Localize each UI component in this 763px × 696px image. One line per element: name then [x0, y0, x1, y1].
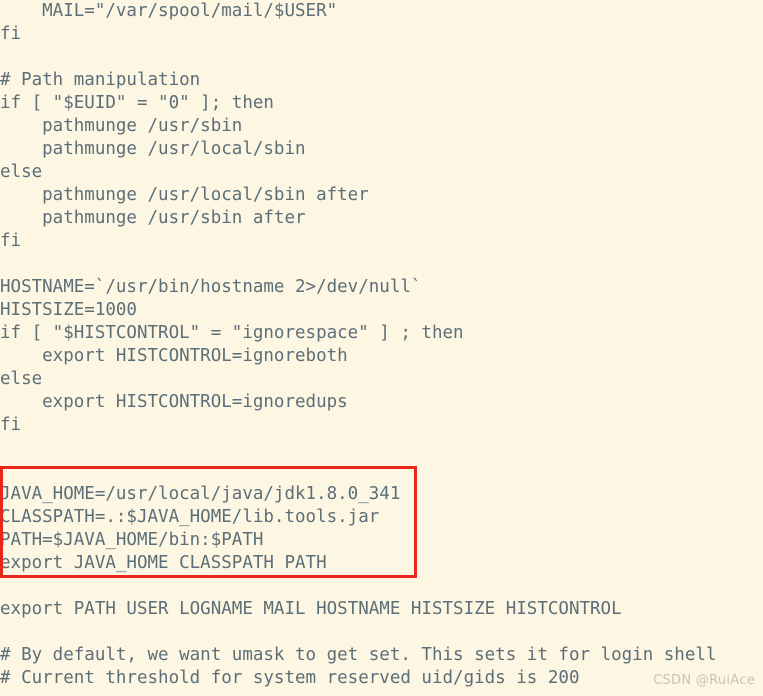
code-line[interactable]: # Current threshold for system reserved …	[0, 667, 763, 690]
code-line[interactable]: fi	[0, 23, 763, 46]
code-line[interactable]: fi	[0, 230, 763, 253]
code-line[interactable]: else	[0, 368, 763, 391]
shell-script-code-block: MAIL="/var/spool/mail/$USER" fi # Path man…	[0, 0, 763, 690]
code-line[interactable]: pathmunge /usr/local/sbin after	[0, 184, 763, 207]
code-line[interactable]: export HISTCONTROL=ignoreboth	[0, 345, 763, 368]
code-line[interactable]: MAIL="/var/spool/mail/$USER"	[0, 0, 763, 23]
code-line-blank[interactable]	[0, 46, 763, 69]
code-line[interactable]: HOSTNAME=`/usr/bin/hostname 2>/dev/null`	[0, 276, 763, 299]
code-line[interactable]: if [ "$EUID" = "0" ]; then	[0, 92, 763, 115]
code-line[interactable]: CLASSPATH=.:$JAVA_HOME/lib.tools.jar	[0, 506, 763, 529]
code-line-blank[interactable]	[0, 253, 763, 276]
code-line-blank[interactable]	[0, 460, 763, 483]
code-line[interactable]: if [ "$HISTCONTROL" = "ignorespace" ] ; …	[0, 322, 763, 345]
code-line-blank[interactable]	[0, 621, 763, 644]
csdn-watermark: CSDN @RuiAce	[653, 673, 755, 688]
code-line[interactable]: else	[0, 161, 763, 184]
code-line-blank[interactable]	[0, 437, 763, 460]
code-line[interactable]: HISTSIZE=1000	[0, 299, 763, 322]
code-line[interactable]: pathmunge /usr/local/sbin	[0, 138, 763, 161]
code-line[interactable]: pathmunge /usr/sbin after	[0, 207, 763, 230]
code-line[interactable]: export HISTCONTROL=ignoredups	[0, 391, 763, 414]
code-line[interactable]: PATH=$JAVA_HOME/bin:$PATH	[0, 529, 763, 552]
code-line[interactable]: # Path manipulation	[0, 69, 763, 92]
code-line[interactable]: # By default, we want umask to get set. …	[0, 644, 763, 667]
code-line[interactable]: JAVA_HOME=/usr/local/java/jdk1.8.0_341	[0, 483, 763, 506]
code-line[interactable]: fi	[0, 414, 763, 437]
code-line[interactable]: export PATH USER LOGNAME MAIL HOSTNAME H…	[0, 598, 763, 621]
code-line[interactable]: export JAVA_HOME CLASSPATH PATH	[0, 552, 763, 575]
code-line[interactable]: pathmunge /usr/sbin	[0, 115, 763, 138]
code-line-blank[interactable]	[0, 575, 763, 598]
code-screenshot-root: MAIL="/var/spool/mail/$USER" fi # Path man…	[0, 0, 763, 696]
